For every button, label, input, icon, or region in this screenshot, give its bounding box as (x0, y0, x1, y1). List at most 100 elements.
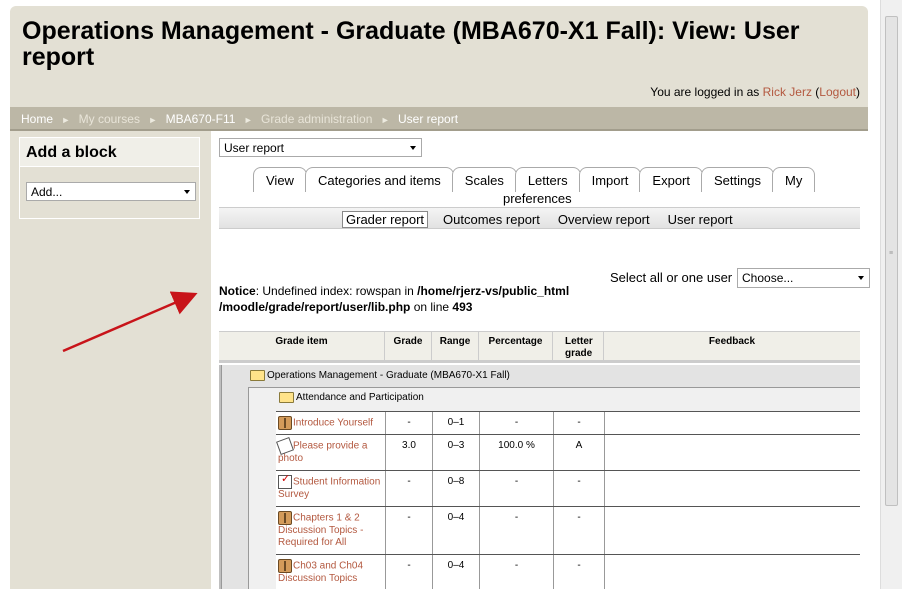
header-grade-item: Grade item (219, 332, 385, 362)
tab-export[interactable]: Export (639, 167, 703, 192)
breadcrumb-home[interactable]: Home (21, 112, 53, 126)
grade-item-cell[interactable]: Please provide a photo (276, 435, 386, 470)
table-row: Chapters 1 & 2 Discussion Topics - Requi… (276, 507, 860, 555)
main-content: User report View Categories and items Scal… (211, 131, 870, 589)
logout-link[interactable]: Logout (819, 85, 856, 99)
chevron-down-icon (184, 190, 190, 194)
user-select-label: Select all or one user (610, 270, 733, 285)
chevron-down-icon (858, 276, 864, 280)
folder-icon (279, 392, 294, 403)
breadcrumb-my-courses[interactable]: My courses (79, 112, 140, 126)
tab-letters[interactable]: Letters (514, 167, 581, 192)
php-notice: Notice: Undefined index: rowspan in /hom… (219, 283, 609, 315)
header-grade: Grade (385, 332, 432, 362)
chevron-down-icon (410, 146, 416, 150)
annotation-arrow-icon (62, 291, 198, 353)
breadcrumb-grade-administration[interactable]: Grade administration (261, 112, 372, 126)
subtab-user-report[interactable]: User report (665, 212, 736, 227)
table-row: Introduce Yourself - 0–1 - - (276, 411, 860, 435)
header-feedback: Feedback (708, 336, 756, 347)
tab-view[interactable]: View (253, 167, 307, 192)
grade-cell: - (386, 471, 433, 506)
header: Operations Management - Graduate (MBA670… (22, 18, 862, 70)
feedback-cell (605, 412, 860, 434)
grade-item-name[interactable]: Introduce Yourself (293, 418, 373, 429)
breadcrumb-course[interactable]: MBA670-F11 (166, 112, 236, 126)
subtab-outcomes-report[interactable]: Outcomes report (440, 212, 543, 227)
forum-icon (278, 416, 292, 430)
notice-text: : Undefined index: rowspan in (255, 284, 418, 298)
percentage-cell: - (480, 507, 554, 554)
tab-settings[interactable]: Settings (701, 167, 774, 192)
forum-icon (278, 559, 292, 573)
breadcrumb-separator: ► (380, 115, 390, 125)
forum-icon (278, 511, 292, 525)
add-block-panel: Add a block Add... (19, 137, 200, 219)
tab-my-preferences-overflow[interactable]: preferences (503, 191, 572, 206)
feedback-cell (605, 435, 860, 470)
course-row: Operations Management - Graduate (MBA670… (221, 365, 860, 589)
letter-cell: - (554, 471, 605, 506)
table-row: Ch03 and Ch04 Discussion Topics - 0–4 - … (276, 555, 860, 589)
grade-item-cell[interactable]: Student Information Survey (276, 471, 386, 506)
grade-cell: - (386, 555, 433, 589)
tab-import[interactable]: Import (578, 167, 642, 192)
grade-item-cell[interactable]: Ch03 and Ch04 Discussion Topics (276, 555, 386, 589)
login-prefix: You are logged in as (650, 85, 763, 99)
grade-cell: 3.0 (386, 435, 433, 470)
course-label: Operations Management - Graduate (MBA670… (250, 370, 510, 381)
notice-text-line: on line (410, 300, 453, 314)
percentage-cell: 100.0 % (480, 435, 554, 470)
percentage-cell: - (480, 471, 554, 506)
quiz-icon (278, 473, 292, 489)
subtab-grader-report[interactable]: Grader report (342, 211, 429, 228)
add-block-select[interactable]: Add... (26, 182, 196, 201)
user-grade-table: Grade item Grade Range Percentage Letter… (219, 331, 860, 589)
breadcrumb-separator: ► (148, 115, 158, 125)
range-cell: 0–3 (433, 435, 480, 470)
report-type-select[interactable]: User report (219, 138, 422, 157)
grade-cell: - (386, 507, 433, 554)
letter-cell: - (554, 507, 605, 554)
breadcrumb-separator: ► (61, 115, 71, 125)
grade-items: Introduce Yourself - 0–1 - - Please prov… (276, 411, 860, 589)
user-select[interactable]: Choose... (737, 268, 870, 288)
header-range: Range (432, 332, 479, 362)
logout-close: ) (856, 85, 860, 99)
grip-icon: ≡ (889, 250, 894, 257)
user-name-link[interactable]: Rick Jerz (763, 85, 812, 99)
tab-bar: View Categories and items Scales Letters Imp… (253, 167, 828, 192)
category-name: Attendance and Participation (296, 392, 424, 404)
breadcrumb-separator: ► (243, 115, 253, 125)
folder-icon (250, 370, 265, 381)
range-cell: 0–4 (433, 507, 480, 554)
tab-categories-and-items[interactable]: Categories and items (304, 167, 454, 192)
table-row: Please provide a photo 3.0 0–3 100.0 % A (276, 435, 860, 471)
scrollbar-thumb[interactable] (885, 16, 898, 506)
tab-scales[interactable]: Scales (451, 167, 517, 192)
range-cell: 0–1 (433, 412, 480, 434)
table-row: Student Information Survey - 0–8 - - (276, 471, 860, 507)
grade-cell: - (386, 412, 433, 434)
course-name: Operations Management - Graduate (MBA670… (267, 370, 510, 382)
tab-my-preferences[interactable]: My (771, 167, 816, 192)
login-info: You are logged in as Rick Jerz (Logout) (650, 85, 860, 99)
subtabs: Grader report Outcomes report Overview rep… (342, 211, 748, 228)
subtab-overview-report[interactable]: Overview report (555, 212, 653, 227)
header-percentage: Percentage (479, 332, 553, 362)
percentage-cell: - (480, 412, 554, 434)
letter-cell: A (554, 435, 605, 470)
grade-item-cell[interactable]: Introduce Yourself (276, 412, 386, 434)
letter-cell: - (554, 412, 605, 434)
add-block-title: Add a block (20, 138, 199, 167)
range-cell: 0–8 (433, 471, 480, 506)
grade-item-name[interactable]: Student Information Survey (278, 477, 380, 500)
feedback-cell (605, 555, 860, 589)
grade-item-cell[interactable]: Chapters 1 & 2 Discussion Topics - Requi… (276, 507, 386, 554)
user-select-value: Choose... (742, 271, 794, 285)
breadcrumb-user-report: User report (398, 112, 459, 126)
feedback-cell (605, 507, 860, 554)
table-header: Grade item Grade Range Percentage Letter… (219, 331, 860, 363)
breadcrumb: Home ► My courses ► MBA670-F11 ► Grade a… (10, 107, 868, 131)
course-category-band: Operations Management - Graduate (MBA670… (219, 365, 860, 589)
